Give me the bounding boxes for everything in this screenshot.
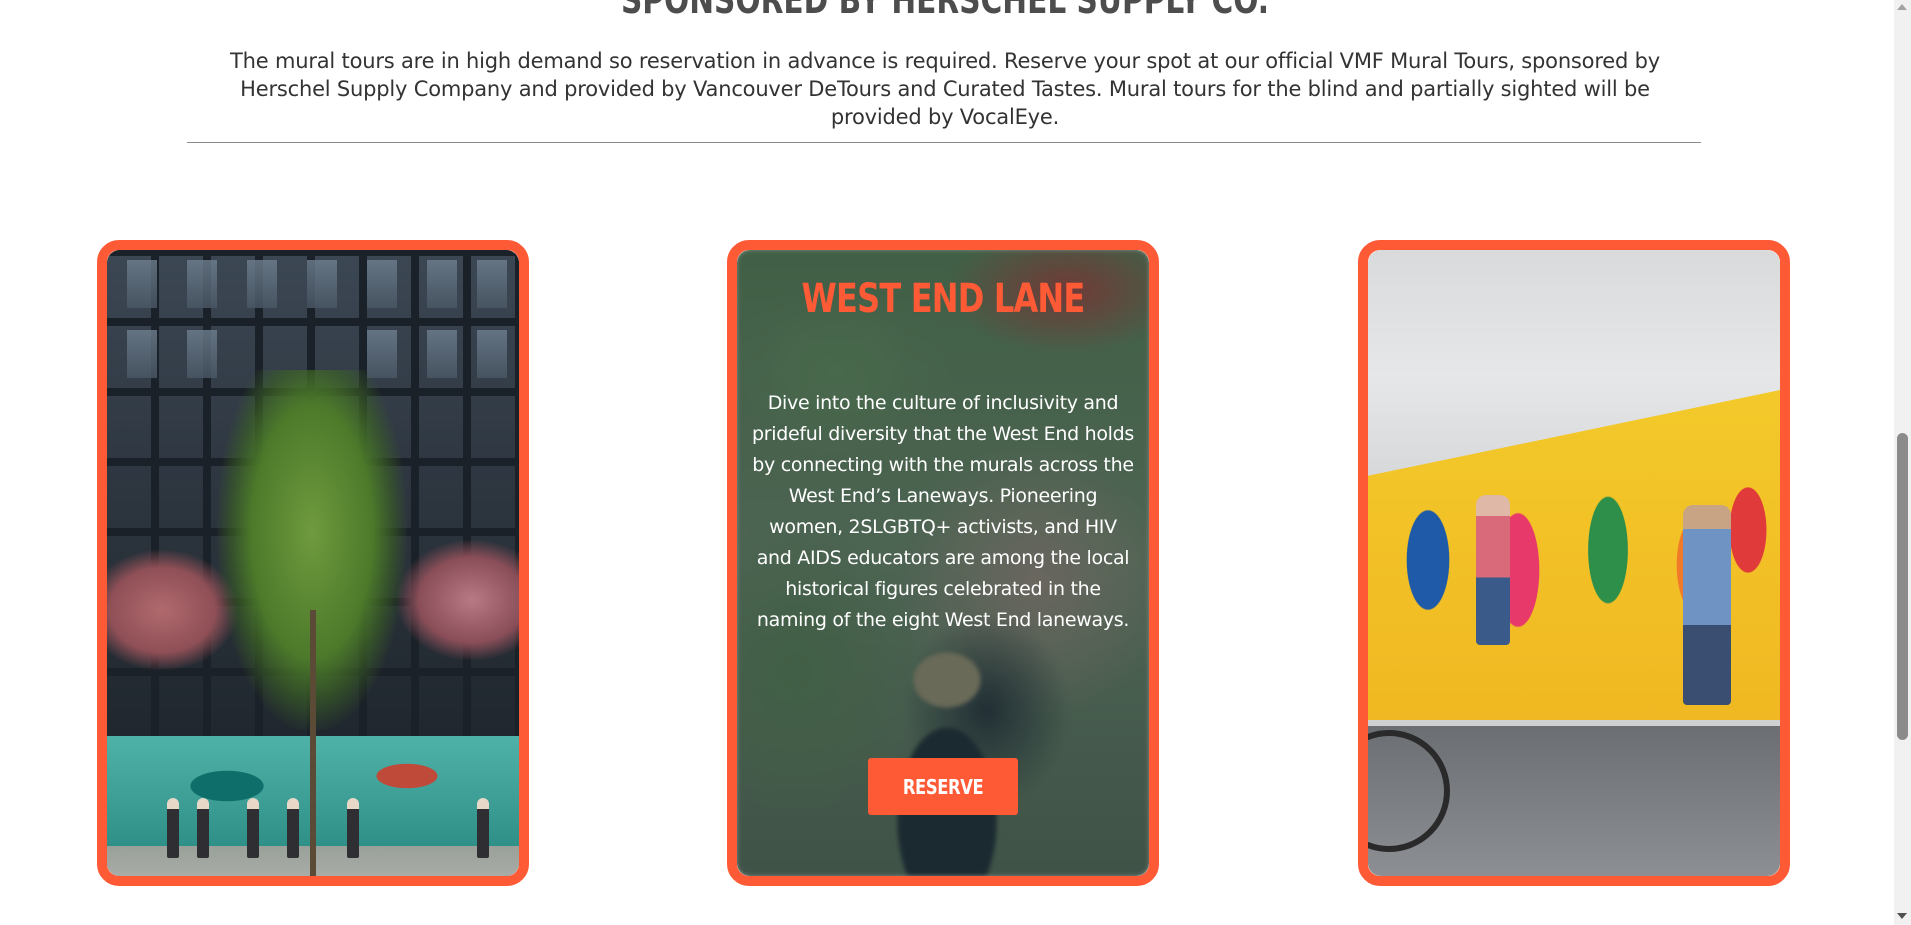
pink-tree-right bbox=[397, 540, 519, 660]
intro-paragraph: The mural tours are in high demand so re… bbox=[230, 49, 1660, 129]
window bbox=[127, 330, 157, 378]
section-divider bbox=[187, 142, 1701, 143]
person-figure bbox=[167, 798, 179, 858]
window bbox=[427, 260, 457, 308]
scroll-up-arrow-icon[interactable] bbox=[1897, 4, 1907, 10]
person-figure bbox=[347, 798, 359, 858]
tree-trunk bbox=[310, 610, 316, 876]
scroll-down-arrow-icon[interactable] bbox=[1897, 913, 1907, 919]
card-description: Dive into the culture of inclusivity and… bbox=[752, 392, 1134, 631]
painter-standing bbox=[1683, 505, 1731, 705]
reserve-button[interactable]: RESERVE bbox=[868, 758, 1018, 815]
window bbox=[127, 260, 157, 308]
person-figure bbox=[197, 798, 209, 858]
card-1-photo bbox=[107, 250, 519, 876]
window bbox=[187, 260, 217, 308]
person-figure bbox=[287, 798, 299, 858]
scrollbar-thumb[interactable] bbox=[1897, 433, 1908, 740]
card-3-photo bbox=[1368, 250, 1780, 876]
person-figure bbox=[247, 798, 259, 858]
section-heading: SPONSORED BY HERSCHEL SUPPLY CO. bbox=[620, 0, 1270, 22]
tour-card-1[interactable] bbox=[97, 240, 529, 886]
vertical-scrollbar[interactable] bbox=[1894, 0, 1911, 925]
window bbox=[187, 330, 217, 378]
painter-on-ladder bbox=[1476, 495, 1510, 645]
window bbox=[247, 260, 277, 308]
window bbox=[307, 260, 337, 308]
reserve-button-label: RESERVE bbox=[902, 774, 984, 799]
window bbox=[427, 330, 457, 378]
section-heading-wrapper: SPONSORED BY HERSCHEL SUPPLY CO. bbox=[0, 0, 1890, 26]
window bbox=[477, 330, 507, 378]
card-title: WEST END LANE bbox=[801, 276, 1086, 322]
person-figure bbox=[477, 798, 489, 858]
window bbox=[367, 260, 397, 308]
tour-card-3[interactable] bbox=[1358, 240, 1790, 886]
tour-card-west-end-lane[interactable]: WEST END LANE Dive into the culture of i… bbox=[727, 240, 1159, 886]
page: SPONSORED BY HERSCHEL SUPPLY CO. The mur… bbox=[0, 0, 1911, 925]
window bbox=[477, 260, 507, 308]
